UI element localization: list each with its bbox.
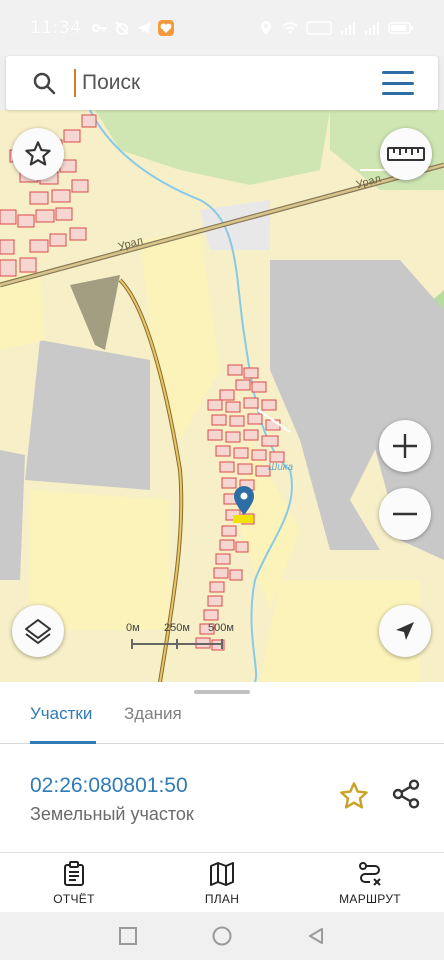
- layers-icon: [25, 619, 51, 644]
- status-bar: 11:34: [0, 0, 444, 56]
- ruler-icon: [387, 147, 425, 161]
- map-view[interactable]: Урал Урал Шика 0м 250м 500м: [0, 110, 444, 682]
- minus-icon: [393, 512, 417, 516]
- my-location-button[interactable]: [379, 605, 431, 657]
- search-input[interactable]: [74, 69, 364, 97]
- river-label: Шика: [268, 462, 294, 473]
- tab-buildings[interactable]: Здания: [124, 700, 182, 744]
- menu-icon[interactable]: [382, 71, 414, 95]
- circle-icon: [212, 926, 232, 946]
- nav-plan[interactable]: ПЛАН: [148, 853, 296, 912]
- share-icon[interactable]: [390, 778, 422, 810]
- ruler-button[interactable]: [380, 128, 432, 180]
- status-right-icons: [258, 20, 414, 36]
- search-icon[interactable]: [32, 71, 56, 95]
- map-scale: 0м 250м 500м: [126, 618, 246, 658]
- heart-app-icon: [157, 20, 174, 36]
- volte-icon: [306, 21, 332, 35]
- battery-icon: [388, 22, 413, 34]
- plot-type: Земельный участок: [30, 804, 194, 824]
- sheet-tabs: Участки Здания: [0, 700, 444, 744]
- tab-plots[interactable]: Участки: [30, 700, 96, 744]
- signal-icon: [341, 22, 355, 35]
- route-icon: [359, 861, 381, 886]
- nav-report-label: ОТЧЁТ: [53, 891, 95, 906]
- bottom-navigation: ОТЧЁТ ПЛАН МАРШРУТ: [0, 852, 444, 912]
- layers-button[interactable]: [12, 605, 64, 657]
- plot-list-item[interactable]: 02:26:080801:50 Земельный участок: [0, 744, 444, 852]
- triangle-back-icon: [309, 928, 323, 944]
- search-bar: [6, 56, 438, 110]
- alarm-icon: [114, 21, 129, 35]
- nav-route[interactable]: МАРШРУТ: [296, 853, 444, 912]
- report-icon: [64, 860, 84, 886]
- system-navigation-bar: [0, 912, 444, 960]
- sheet-drag-handle[interactable]: [194, 690, 250, 694]
- location-icon: [261, 21, 271, 35]
- status-left-icons: [91, 20, 174, 36]
- star-outline-icon: [25, 141, 51, 166]
- map-plan-icon: [210, 861, 234, 886]
- favorite-star-icon[interactable]: [338, 780, 370, 812]
- navigation-arrow-icon: [396, 622, 414, 640]
- scale-ruler-graphic: [131, 639, 223, 649]
- plus-icon: [393, 434, 417, 458]
- nav-route-label: МАРШРУТ: [339, 891, 401, 906]
- signal-icon-2: [365, 22, 379, 35]
- map-canvas[interactable]: [0, 110, 444, 682]
- home-button[interactable]: [210, 924, 234, 948]
- favorites-button[interactable]: [12, 128, 64, 180]
- cadastral-number[interactable]: 02:26:080801:50: [30, 774, 188, 798]
- telegram-icon: [136, 22, 151, 34]
- back-button[interactable]: [304, 924, 328, 948]
- key-icon: [91, 24, 107, 32]
- nav-plan-label: ПЛАН: [204, 891, 240, 906]
- zoom-in-button[interactable]: [379, 420, 431, 472]
- square-icon: [119, 927, 137, 945]
- status-time: 11:34: [30, 18, 82, 38]
- zoom-out-button[interactable]: [379, 488, 431, 540]
- wifi-icon: [282, 22, 298, 34]
- nav-report[interactable]: ОТЧЁТ: [0, 853, 148, 912]
- recent-apps-button[interactable]: [116, 924, 140, 948]
